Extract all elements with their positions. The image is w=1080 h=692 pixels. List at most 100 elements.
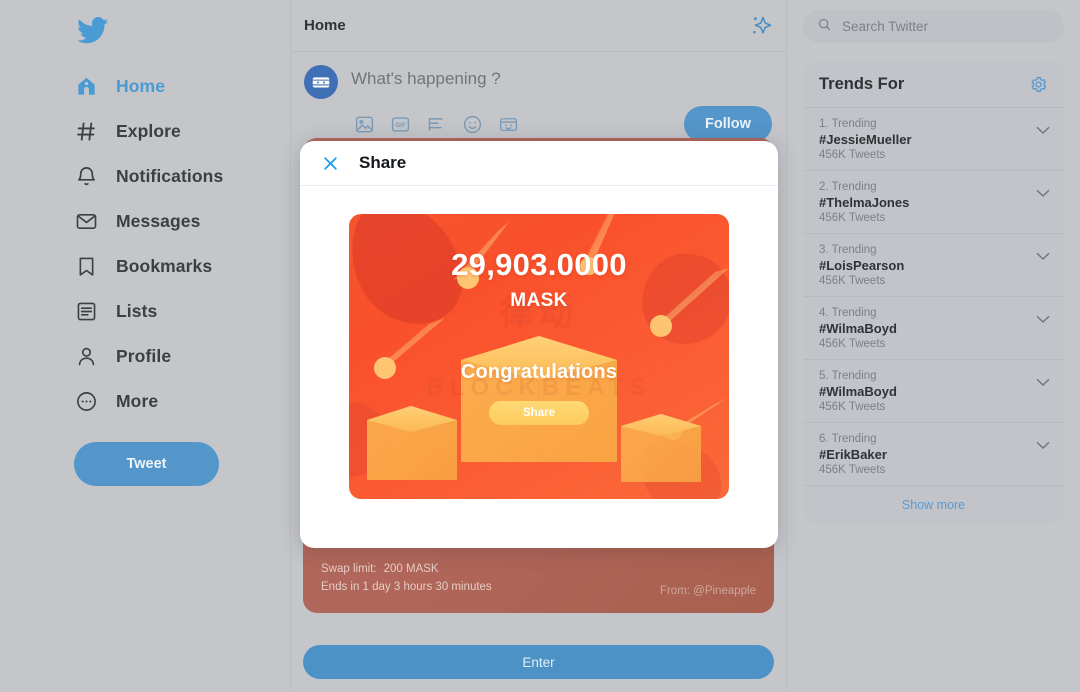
modal-title: Share [359, 153, 407, 172]
trend-item[interactable]: 4. Trending #WilmaBoyd 456K Tweets [803, 297, 1064, 360]
tweet-button[interactable]: Tweet [74, 442, 219, 486]
svg-text:GIF: GIF [395, 122, 406, 129]
trend-count: 456K Tweets [819, 401, 886, 413]
left-sidebar: Home Explore Notifications Messages Book… [0, 0, 290, 692]
trend-name: #WilmaBoyd [819, 384, 897, 399]
promo-body: Swap limit: 200 MASK Ends in 1 day 3 hou… [303, 547, 774, 613]
trend-count: 456K Tweets [819, 149, 886, 161]
person-icon [74, 345, 98, 369]
home-icon [74, 75, 98, 99]
sidebar-item-more[interactable]: More [60, 379, 274, 424]
trend-item[interactable]: 2. Trending #ThelmaJones 456K Tweets [803, 171, 1064, 234]
feed-header: Home [291, 0, 786, 52]
trend-count: 456K Tweets [819, 275, 886, 287]
sidebar-item-label: Profile [116, 346, 172, 366]
search-input[interactable]: Search Twitter [803, 10, 1064, 43]
bookmark-icon [74, 255, 98, 279]
search-icon [817, 17, 832, 37]
trend-count: 456K Tweets [819, 464, 886, 476]
share-modal: Share 律动 29,903.0000 MASK Congratulation… [300, 141, 778, 548]
sidebar-item-lists[interactable]: Lists [60, 289, 274, 334]
trend-item[interactable]: 1. Trending #JessieMueller 456K Tweets [803, 108, 1064, 171]
compose-right: What's happening ? GIF Follow [351, 65, 772, 142]
trend-rank: 1. Trending [819, 118, 877, 130]
swap-limit-label: Swap limit: [321, 563, 377, 576]
trends-panel: Trends For 1. Trending #JessieMueller 45… [803, 61, 1064, 524]
trend-item[interactable]: 3. Trending #LoisPearson 456K Tweets [803, 234, 1064, 297]
card-share-button[interactable]: Share [489, 401, 589, 425]
sidebar-item-home[interactable]: Home [60, 64, 274, 109]
trend-item[interactable]: 6. Trending #ErikBaker 456K Tweets [803, 423, 1064, 486]
sparkle-icon[interactable] [746, 12, 774, 40]
trend-name: #WilmaBoyd [819, 321, 897, 336]
trend-name: #JessieMueller [819, 132, 912, 147]
modal-header: Share [300, 141, 778, 186]
trend-item[interactable]: 5. Trending #WilmaBoyd 456K Tweets [803, 360, 1064, 423]
reward-symbol: MASK [510, 290, 568, 311]
sidebar-item-label: Lists [116, 301, 158, 321]
trend-count: 456K Tweets [819, 338, 886, 350]
image-icon[interactable] [354, 114, 375, 135]
sidebar-item-messages[interactable]: Messages [60, 199, 274, 244]
emoji-icon[interactable] [462, 114, 483, 135]
trend-count: 456K Tweets [819, 212, 886, 224]
bell-icon [74, 165, 98, 189]
sidebar-item-label: Notifications [116, 166, 224, 186]
more-circle-icon [74, 390, 98, 414]
share-card-wrap: 律动 BLOCKBEATS 29,903.0000 MASK Congratul… [300, 186, 778, 499]
sidebar-item-label: Messages [116, 211, 201, 231]
close-icon[interactable] [322, 155, 339, 172]
chevron-down-icon[interactable] [1036, 311, 1050, 323]
compose-input[interactable]: What's happening ? [351, 69, 772, 89]
sticker-icon[interactable] [498, 114, 519, 135]
trend-name: #LoisPearson [819, 258, 905, 273]
card-content: 29,903.0000 MASK Congratulations Share [349, 214, 729, 499]
sidebar-item-explore[interactable]: Explore [60, 109, 274, 154]
sidebar-item-label: More [116, 391, 159, 411]
trend-rank: 6. Trending [819, 433, 877, 445]
chevron-down-icon[interactable] [1036, 437, 1050, 449]
list-icon [74, 300, 98, 324]
trends-title: Trends For [819, 75, 905, 93]
trend-rank: 2. Trending [819, 181, 877, 193]
right-rail: Search Twitter Trends For 1. Trending #J… [787, 0, 1080, 692]
sidebar-item-bookmarks[interactable]: Bookmarks [60, 244, 274, 289]
congratulations-text: Congratulations [460, 361, 618, 383]
swap-limit-value: 200 MASK [383, 563, 439, 576]
sidebar-item-label: Home [116, 76, 166, 96]
compose-box: What's happening ? GIF Follow [291, 52, 786, 142]
chevron-down-icon[interactable] [1036, 185, 1050, 197]
trends-header: Trends For [803, 61, 1064, 108]
app-root: Home Explore Notifications Messages Book… [0, 0, 1080, 692]
mask-avatar-icon[interactable] [304, 65, 338, 99]
trend-rank: 4. Trending [819, 307, 877, 319]
gear-icon[interactable] [1029, 75, 1048, 94]
trend-name: #ThelmaJones [819, 195, 910, 210]
swap-limit-row: Swap limit: 200 MASK [321, 561, 756, 579]
chevron-down-icon[interactable] [1036, 374, 1050, 386]
search-placeholder: Search Twitter [842, 19, 929, 34]
follow-button[interactable]: Follow [684, 106, 772, 142]
show-more-link[interactable]: Show more [803, 486, 1064, 524]
chevron-down-icon[interactable] [1036, 248, 1050, 260]
sidebar-item-profile[interactable]: Profile [60, 334, 274, 379]
reward-amount: 29,903.0000 [451, 247, 627, 282]
hashtag-icon [74, 120, 98, 144]
trend-name: #ErikBaker [819, 447, 887, 462]
poll-icon[interactable] [426, 114, 447, 135]
enter-button[interactable]: Enter [303, 645, 774, 679]
sidebar-item-notifications[interactable]: Notifications [60, 154, 274, 199]
trend-rank: 5. Trending [819, 370, 877, 382]
reward-card: 律动 BLOCKBEATS 29,903.0000 MASK Congratul… [349, 214, 729, 499]
sidebar-item-label: Bookmarks [116, 256, 213, 276]
chevron-down-icon[interactable] [1036, 122, 1050, 134]
page-title: Home [304, 17, 346, 34]
envelope-icon [74, 210, 98, 234]
compose-actions: GIF Follow [351, 106, 772, 142]
trend-rank: 3. Trending [819, 244, 877, 256]
sidebar-item-label: Explore [116, 121, 181, 141]
twitter-bird-icon[interactable] [74, 14, 110, 50]
promo-from: From: @Pineapple [659, 585, 756, 597]
gif-icon[interactable]: GIF [390, 114, 411, 135]
compose-icon-row: GIF [351, 114, 519, 135]
